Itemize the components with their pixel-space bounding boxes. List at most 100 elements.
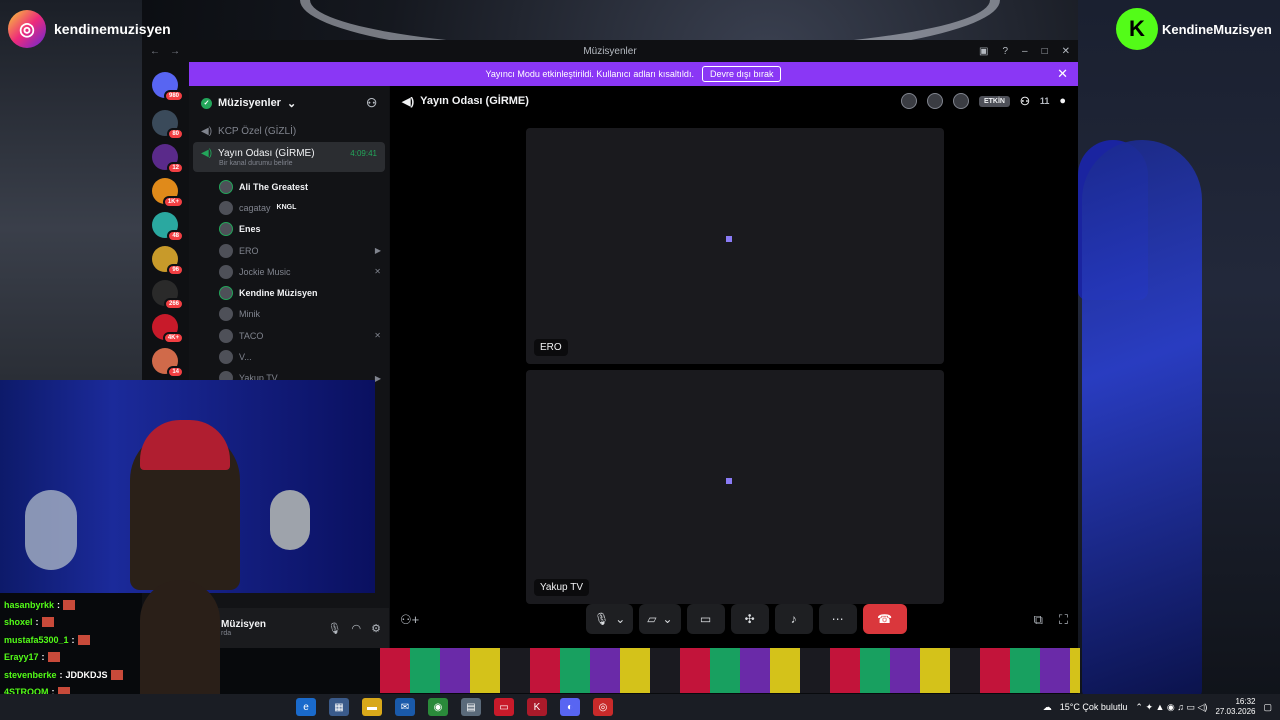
folder-icon[interactable]: ▬ — [362, 698, 382, 716]
member-tag: KNGL — [276, 204, 297, 212]
member-name: Jockie Music — [239, 266, 291, 277]
participant-avatar[interactable] — [900, 93, 917, 109]
voice-member[interactable]: cagatay KNGL — [189, 197, 389, 218]
avatar — [219, 350, 233, 365]
call-controls: 🎙 ⌄ ▱ ⌄ ▭ ✣ ♪ ⋯ ☎ — [586, 604, 907, 634]
voice-member[interactable]: Ali The Greatest — [189, 176, 389, 197]
server-icon[interactable]: 48 — [152, 212, 184, 242]
windows-taskbar: e ▦ ▬ ✉ ◉ ▤ ▭ K ◐ ◎ ☁ 15°C Çok bulutlu ⌃… — [0, 694, 1280, 720]
verified-check-icon: ✓ — [201, 97, 212, 109]
banner-close-icon[interactable]: ✕ — [1057, 66, 1068, 82]
voice-member[interactable]: Kendine Müzisyen — [189, 282, 389, 303]
server-icon[interactable]: 980 — [152, 72, 184, 102]
kick-handle: KendineMuzisyen — [1162, 21, 1272, 37]
activities-button[interactable]: ✣ — [730, 604, 769, 634]
channel-label: KCP Özel (GİZLİ) — [218, 125, 297, 137]
chat-username: Erayy17 — [4, 652, 39, 663]
notification-icon[interactable]: ▢ — [1263, 702, 1272, 713]
microphone-icon[interactable]: 🎙 — [328, 622, 342, 635]
app-icon[interactable]: ▭ — [494, 698, 514, 716]
chat-separator: : — [57, 599, 61, 610]
soundboard-icon: ♪ — [790, 612, 797, 626]
instagram-icon: ◎ — [8, 10, 46, 48]
weather-text[interactable]: 15°C Çok bulutlu — [1060, 702, 1128, 712]
mention-badge: 4K+ — [162, 332, 184, 344]
avatar — [219, 179, 233, 194]
secondary-webcam — [140, 580, 220, 695]
add-member-icon[interactable]: ⚇ — [366, 96, 377, 110]
avatar — [219, 328, 233, 343]
member-name: ERO — [239, 245, 259, 256]
video-tile[interactable]: ERO — [526, 128, 944, 364]
participant-avatar[interactable] — [952, 93, 969, 109]
app-icon[interactable]: K — [527, 698, 547, 716]
fullscreen-icon[interactable]: ⛶ — [1059, 612, 1068, 628]
member-name: Ali The Greatest — [239, 181, 309, 192]
user-name[interactable]: Müzisyen — [221, 619, 266, 630]
members-icon[interactable]: ⚇ — [1020, 95, 1030, 108]
voice-member[interactable]: Jockie Music ✕ — [189, 261, 389, 282]
chat-message: Erayy17: — [4, 649, 123, 667]
mute-button[interactable]: 🎙 ⌄ — [586, 604, 634, 634]
server-icon[interactable]: 1K+ — [152, 178, 184, 208]
titlebar: ← → Müzisyenler ▣ ? – □ ✕ — [142, 40, 1078, 62]
tray-icons[interactable]: ⌃ ✦ ▲ ◉ ♫ ▭ ◁) — [1135, 702, 1207, 713]
disable-streamer-mode-button[interactable]: Devre dışı bırak — [701, 66, 782, 82]
emote-icon — [47, 652, 60, 663]
emote-icon — [77, 634, 90, 645]
channel-status[interactable]: Bir kanal durumu belirle — [201, 160, 293, 167]
mail-icon[interactable]: ✉ — [395, 698, 415, 716]
headphones — [140, 420, 230, 470]
discord-icon[interactable]: ◐ — [560, 698, 580, 716]
chat-separator: : — [59, 669, 63, 680]
edge-icon[interactable]: e — [296, 698, 316, 716]
obs-icon[interactable]: ◎ — [593, 698, 613, 716]
call-timer: 4:09:41 — [350, 148, 377, 158]
clock-date: 27.03.2026 — [1215, 707, 1256, 716]
member-name: cagatay — [239, 202, 271, 213]
voice-member[interactable]: TACO ✕ — [189, 325, 389, 346]
screenshare-button[interactable]: ▭ — [686, 604, 725, 634]
camera-off-icon: ▱ — [647, 612, 657, 626]
mention-badge: 12 — [167, 162, 184, 174]
headphones-icon[interactable]: ◠ — [352, 622, 362, 635]
app-icon[interactable]: ▤ — [461, 698, 481, 716]
channel-label: Yayın Odası (GİRME) — [218, 147, 315, 159]
clock[interactable]: 16:32 27.03.2026 — [1215, 697, 1255, 717]
chrome-icon[interactable]: ◉ — [428, 698, 448, 716]
mention-badge: 266 — [163, 298, 184, 310]
store-icon[interactable]: ▦ — [329, 698, 349, 716]
server-icon[interactable]: 12 — [152, 144, 184, 174]
channel-private[interactable]: ◀) KCP Özel (GİZLİ) — [189, 120, 389, 142]
more-button[interactable]: ⋯ — [818, 604, 857, 634]
chat-message: stevenberke: JDDKDJS — [4, 666, 123, 684]
server-icon[interactable]: 266 — [152, 280, 184, 310]
voice-member[interactable]: ERO ▶ — [189, 240, 389, 261]
soundboard-button[interactable]: ♪ — [774, 604, 813, 634]
avatar — [219, 222, 233, 237]
invite-icon[interactable]: ⚇+ — [400, 612, 419, 628]
member-name: Kendine Müzisyen — [239, 288, 318, 299]
system-tray: ☁ 15°C Çok bulutlu ⌃ ✦ ▲ ◉ ♫ ▭ ◁) 16:32 … — [1043, 697, 1272, 717]
participant-avatar[interactable] — [926, 93, 943, 109]
voice-member[interactable]: Minik — [189, 304, 389, 325]
chat-bubble-icon[interactable]: ● — [1059, 95, 1066, 107]
mention-badge: 980 — [163, 90, 184, 102]
server-icon[interactable]: 4K+ — [152, 314, 184, 344]
tile-label: Yakup TV — [534, 579, 589, 596]
server-icon[interactable]: 14 — [152, 348, 184, 378]
server-icon[interactable]: 80 — [152, 110, 184, 140]
voice-member[interactable]: Enes — [189, 219, 389, 240]
guild-header[interactable]: ✓ Müzisyenler ⌄ ⚇ — [189, 86, 389, 120]
camera-button[interactable]: ▱ ⌄ — [639, 604, 681, 634]
disconnect-button[interactable]: ☎ — [862, 604, 907, 634]
server-icon[interactable]: 96 — [152, 246, 184, 276]
channel-active[interactable]: ◀) Yayın Odası (GİRME) 4:09:41 Bir kanal… — [193, 142, 385, 172]
voice-member[interactable]: V... — [189, 346, 389, 367]
screen-share-icon: ▭ — [699, 612, 712, 626]
popout-icon[interactable]: ⧉ — [1034, 612, 1043, 628]
video-tile[interactable]: Yakup TV — [526, 370, 944, 604]
settings-gear-icon[interactable]: ⚙ — [371, 622, 381, 635]
speaker-icon: ◀) — [201, 125, 213, 137]
member-status-icon: ✕ — [374, 267, 381, 277]
